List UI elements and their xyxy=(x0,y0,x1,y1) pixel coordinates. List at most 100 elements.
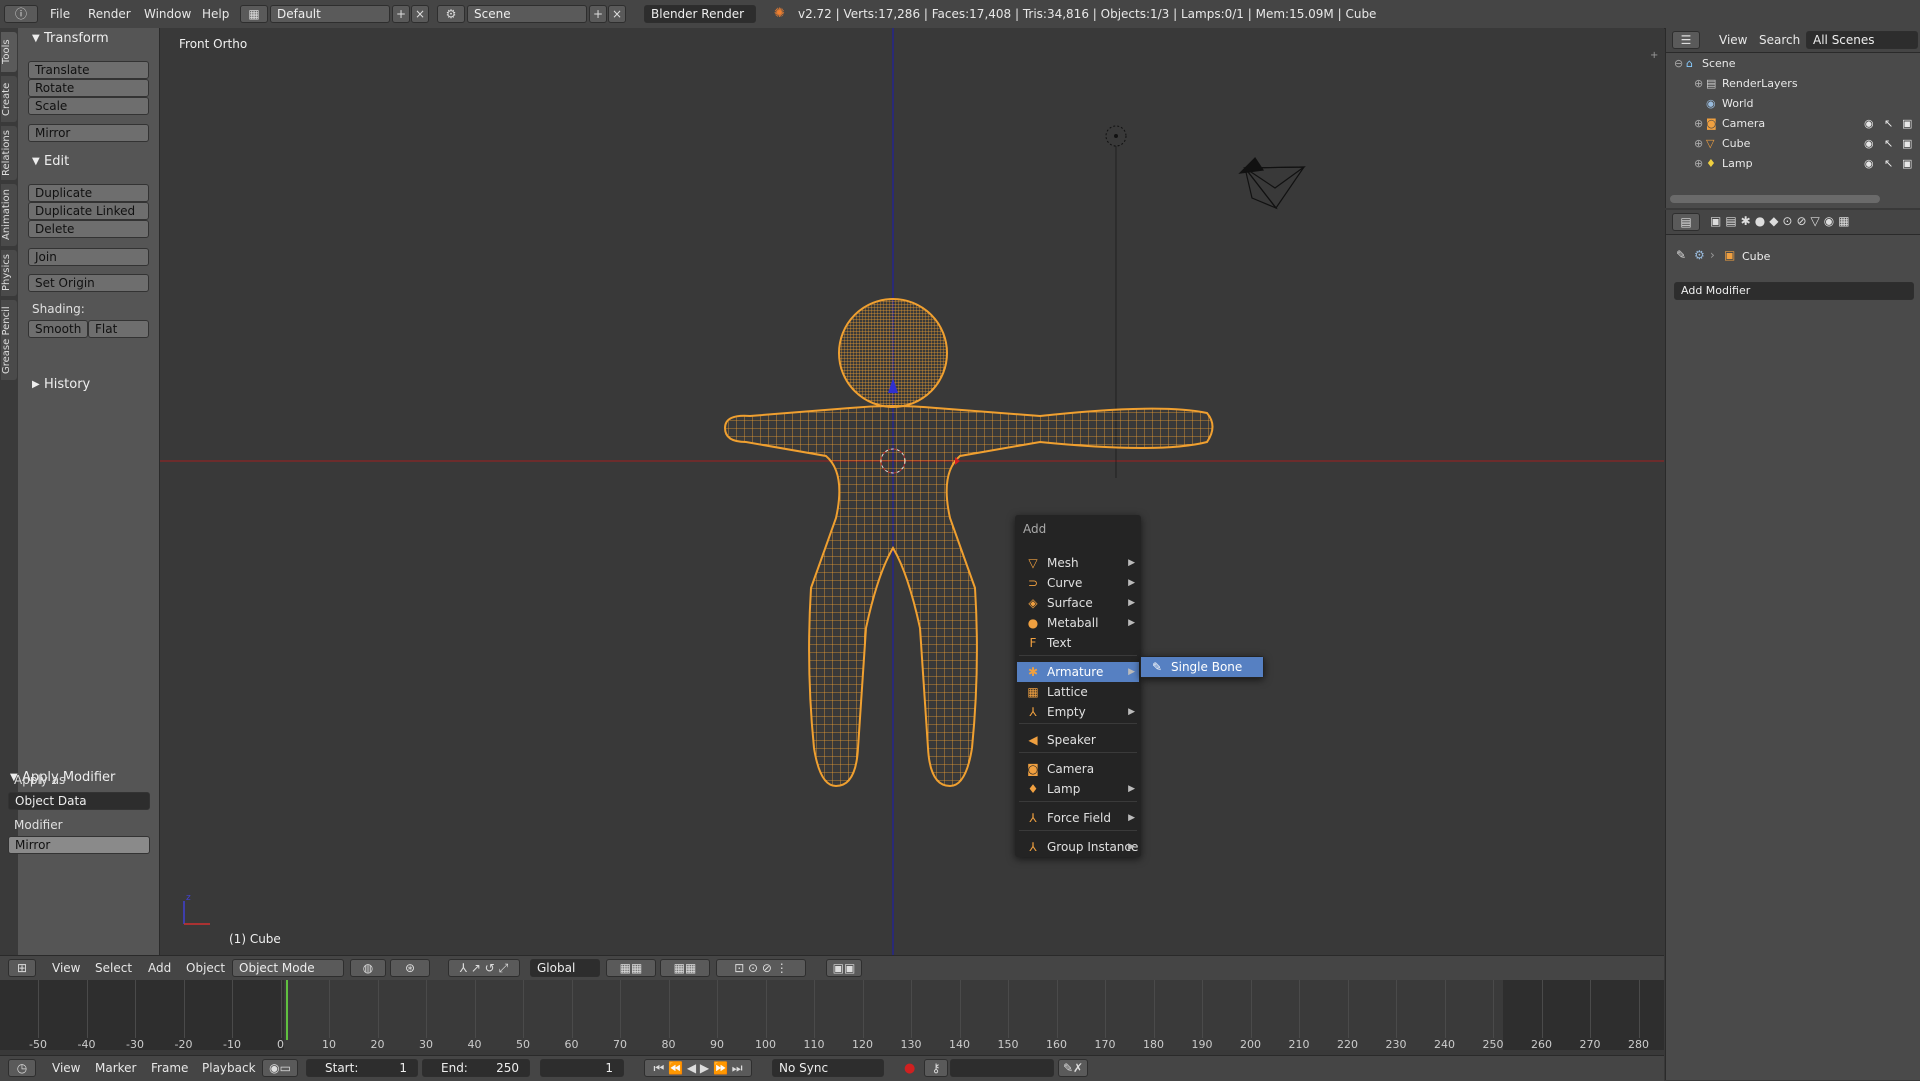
render-camera-icon[interactable]: ▣ xyxy=(1902,114,1912,134)
remove-layout-icon[interactable]: × xyxy=(411,5,429,23)
scale-button[interactable]: Scale xyxy=(28,97,149,115)
set-origin-dropdown[interactable]: Set Origin xyxy=(28,274,149,292)
viewport-corner-plus-icon[interactable]: + xyxy=(1650,50,1658,61)
select-arrow-icon[interactable]: ↖ xyxy=(1884,114,1893,134)
add-menu-item-camera[interactable]: ◙ Camera xyxy=(1017,759,1139,779)
layers-grid-icon[interactable]: ▦▦ xyxy=(606,959,656,977)
pin-icon[interactable]: ✎ xyxy=(1676,248,1686,262)
render-engine-dropdown[interactable]: Blender Render xyxy=(644,5,756,23)
add-menu-item-empty[interactable]: ⅄ Empty ▶ xyxy=(1017,702,1139,722)
keying-icon[interactable]: ⚷ xyxy=(924,1059,948,1077)
duplicate-button[interactable]: Duplicate xyxy=(28,184,149,202)
editor-type-info-icon[interactable]: ⓘ xyxy=(4,5,38,23)
visibility-eye-icon[interactable]: ◉ xyxy=(1864,134,1874,154)
add-menu-item-armature[interactable]: ✱ Armature ▶ xyxy=(1017,662,1139,682)
layout-field[interactable]: Default xyxy=(270,5,390,23)
manipulator-icons[interactable]: ⅄ ↗ ↺ ⤢ xyxy=(448,959,520,977)
menu-window[interactable]: Window xyxy=(144,7,191,21)
outliner-menu-view[interactable]: View xyxy=(1719,33,1747,47)
snap-tools-icons[interactable]: ⊡ ⊙ ⊘ ⋮ xyxy=(716,959,806,977)
outliner-scope-dropdown[interactable]: All Scenes xyxy=(1806,31,1918,49)
duplicate-linked-button[interactable]: Duplicate Linked xyxy=(28,202,149,220)
properties-editor-type-icon[interactable]: ▤ xyxy=(1672,213,1700,231)
outliner-row-cube[interactable]: ⊕ ▽ Cube ◉ ↖ ▣ xyxy=(1666,134,1920,154)
add-scene-icon[interactable]: + xyxy=(589,5,607,23)
outliner-row-renderlayers[interactable]: ⊕ ▤ RenderLayers xyxy=(1666,74,1920,94)
scene-field[interactable]: Scene xyxy=(467,5,587,23)
tab-animation[interactable]: Animation xyxy=(1,184,17,246)
tab-create[interactable]: Create xyxy=(1,76,17,122)
add-menu-item-text[interactable]: F Text xyxy=(1017,633,1139,653)
visibility-eye-icon[interactable]: ◉ xyxy=(1864,114,1874,134)
tab-tools[interactable]: Tools xyxy=(1,32,17,72)
select-arrow-icon[interactable]: ↖ xyxy=(1884,154,1893,174)
menu-view[interactable]: View xyxy=(52,961,80,975)
render-camera-icon[interactable]: ▣ xyxy=(1902,154,1912,174)
record-icon[interactable]: ● xyxy=(904,1061,915,1076)
sync-dropdown[interactable]: No Sync xyxy=(772,1059,884,1077)
remove-scene-icon[interactable]: × xyxy=(608,5,626,23)
current-frame-line[interactable] xyxy=(286,980,288,1040)
timeline-menu-frame[interactable]: Frame xyxy=(151,1061,188,1075)
add-menu-item-speaker[interactable]: ◀ Speaker xyxy=(1017,730,1139,750)
join-button[interactable]: Join xyxy=(28,248,149,266)
outliner-menu-search[interactable]: Search xyxy=(1759,33,1800,47)
outliner-row-camera[interactable]: ⊕ ◙ Camera ◉ ↖ ▣ xyxy=(1666,114,1920,134)
visibility-eye-icon[interactable]: ◉ xyxy=(1864,154,1874,174)
render-camera-icon[interactable]: ▣ xyxy=(1902,134,1912,154)
menu-help[interactable]: Help xyxy=(202,7,229,21)
layers-grid-2-icon[interactable]: ▦▦ xyxy=(660,959,710,977)
outliner-row-world[interactable]: ◉ World xyxy=(1666,94,1920,114)
add-menu-item-lattice[interactable]: ▦ Lattice xyxy=(1017,682,1139,702)
transform-panel-header[interactable]: ▼ Transform xyxy=(18,29,159,49)
select-arrow-icon[interactable]: ↖ xyxy=(1884,134,1893,154)
menu-render[interactable]: Render xyxy=(88,7,131,21)
outliner-row-scene[interactable]: ⊖ ⌂ Scene xyxy=(1666,54,1920,74)
apply-as-dropdown[interactable]: Object Data xyxy=(8,792,150,810)
menu-object[interactable]: Object xyxy=(186,961,225,975)
preview-range-icon[interactable]: ◉▭ xyxy=(262,1059,298,1077)
menu-add[interactable]: Add xyxy=(148,961,171,975)
start-frame-field[interactable]: Start: 1 xyxy=(306,1059,418,1077)
render-preview-icon[interactable]: ▣▣ xyxy=(826,959,862,977)
smooth-button[interactable]: Smooth xyxy=(28,320,88,338)
viewport-shading-icon[interactable]: ◍ xyxy=(350,959,386,977)
add-layout-icon[interactable]: + xyxy=(392,5,410,23)
outliner-editor-type-icon[interactable]: ☰ xyxy=(1672,31,1700,49)
keying-set-field[interactable] xyxy=(950,1059,1054,1077)
tab-relations[interactable]: Relations xyxy=(1,126,17,180)
rotate-button[interactable]: Rotate xyxy=(28,79,149,97)
mode-dropdown[interactable]: Object Mode xyxy=(232,959,344,977)
timeline-menu-playback[interactable]: Playback xyxy=(202,1061,256,1075)
outliner-row-lamp[interactable]: ⊕ ♦ Lamp ◉ ↖ ▣ xyxy=(1666,154,1920,174)
menu-select[interactable]: Select xyxy=(95,961,132,975)
add-modifier-dropdown[interactable]: Add Modifier xyxy=(1674,282,1914,300)
timeline-menu-view[interactable]: View xyxy=(52,1061,80,1075)
screen-layout-icon[interactable]: ▦ xyxy=(240,5,268,23)
current-frame-field[interactable]: 1 xyxy=(540,1059,624,1077)
playback-controls-icons[interactable]: ⏮ ⏪ ◀ ▶ ⏩ ⏭ xyxy=(644,1059,752,1077)
viewport-canvas[interactable]: z xyxy=(160,28,1664,958)
timeline-menu-marker[interactable]: Marker xyxy=(95,1061,136,1075)
add-menu-item-force-field[interactable]: ⅄ Force Field ▶ xyxy=(1017,808,1139,828)
menu-file[interactable]: File xyxy=(50,7,70,21)
timeline[interactable]: -50 -40 -30 -20 -10 0 10 20 30 40 50 60 70 80 90 100 110… xyxy=(0,980,1664,1051)
add-menu-item-surface[interactable]: ◈ Surface ▶ xyxy=(1017,593,1139,613)
mirror-button[interactable]: Mirror xyxy=(28,124,149,142)
end-frame-field[interactable]: End: 250 xyxy=(422,1059,530,1077)
history-panel-header[interactable]: ▶ History xyxy=(18,375,159,395)
scene-icon[interactable]: ⚙ xyxy=(437,5,465,23)
outliner-scrollbar[interactable] xyxy=(1670,195,1880,203)
properties-context-icons[interactable]: ▣▤✱●◆⊙⊘▽◉▦ xyxy=(1710,214,1854,228)
tab-physics[interactable]: Physics xyxy=(1,250,17,296)
add-menu-item-lamp[interactable]: ♦ Lamp ▶ xyxy=(1017,779,1139,799)
insert-delete-keyframe-icons[interactable]: ✎✗ xyxy=(1058,1059,1088,1077)
flat-button[interactable]: Flat xyxy=(88,320,149,338)
timeline-editor-type-icon[interactable]: ◷ xyxy=(8,1059,36,1077)
add-menu-item-metaball[interactable]: ● Metaball ▶ xyxy=(1017,613,1139,633)
3d-viewport[interactable]: Front Ortho z (1) Cube + xyxy=(160,28,1664,958)
add-menu-item-mesh[interactable]: ▽ Mesh ▶ xyxy=(1017,553,1139,573)
translate-button[interactable]: Translate xyxy=(28,61,149,79)
add-menu-item-curve[interactable]: ⊃ Curve ▶ xyxy=(1017,573,1139,593)
delete-button[interactable]: Delete xyxy=(28,220,149,238)
